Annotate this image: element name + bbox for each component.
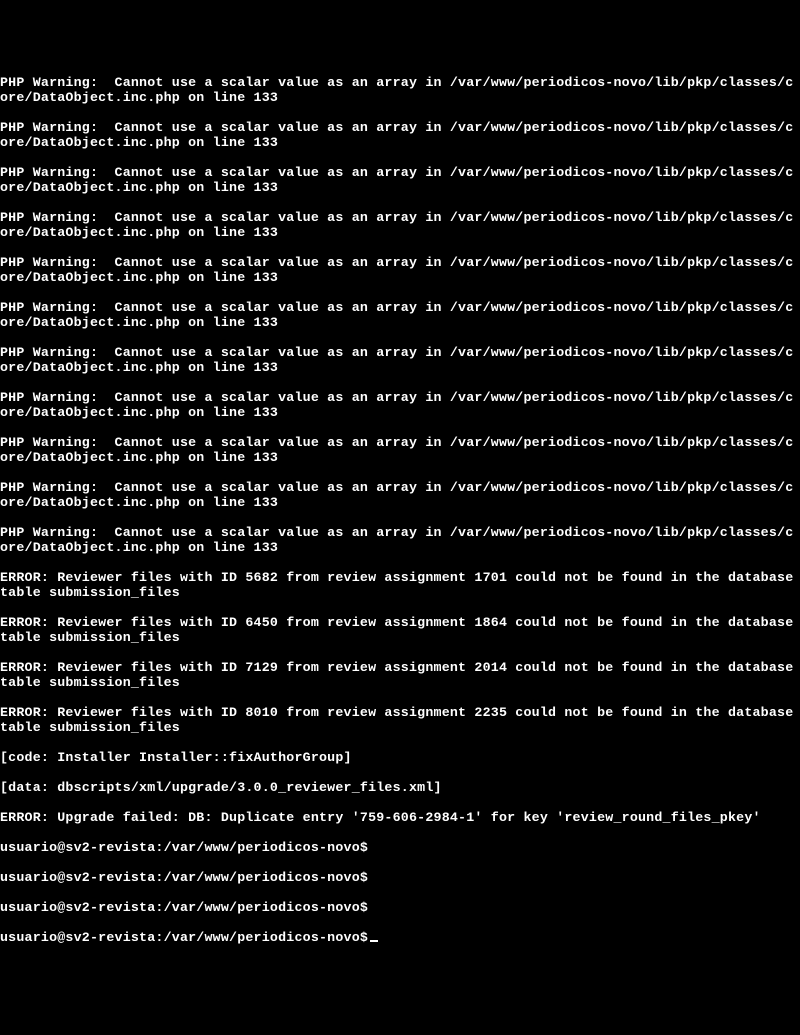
shell-prompt: usuario@sv2-revista:/var/www/periodicos-… (0, 870, 800, 885)
cursor-icon (370, 940, 378, 942)
installer-data-line: [data: dbscripts/xml/upgrade/3.0.0_revie… (0, 780, 800, 795)
shell-prompt-active[interactable]: usuario@sv2-revista:/var/www/periodicos-… (0, 930, 800, 945)
shell-prompt-text: usuario@sv2-revista:/var/www/periodicos-… (0, 930, 368, 945)
error-line: ERROR: Reviewer files with ID 7129 from … (0, 660, 800, 690)
shell-prompt: usuario@sv2-revista:/var/www/periodicos-… (0, 840, 800, 855)
php-warning-line: PHP Warning: Cannot use a scalar value a… (0, 435, 800, 465)
php-warning-line: PHP Warning: Cannot use a scalar value a… (0, 525, 800, 555)
php-warning-line: PHP Warning: Cannot use a scalar value a… (0, 300, 800, 330)
installer-code-line: [code: Installer Installer::fixAuthorGro… (0, 750, 800, 765)
error-line: ERROR: Reviewer files with ID 5682 from … (0, 570, 800, 600)
upgrade-failed-line: ERROR: Upgrade failed: DB: Duplicate ent… (0, 810, 800, 825)
php-warning-line: PHP Warning: Cannot use a scalar value a… (0, 345, 800, 375)
error-line: ERROR: Reviewer files with ID 6450 from … (0, 615, 800, 645)
php-warning-line: PHP Warning: Cannot use a scalar value a… (0, 120, 800, 150)
php-warning-line: PHP Warning: Cannot use a scalar value a… (0, 210, 800, 240)
php-warning-line: PHP Warning: Cannot use a scalar value a… (0, 75, 800, 105)
php-warning-line: PHP Warning: Cannot use a scalar value a… (0, 390, 800, 420)
php-warning-line: PHP Warning: Cannot use a scalar value a… (0, 480, 800, 510)
shell-prompt: usuario@sv2-revista:/var/www/periodicos-… (0, 900, 800, 915)
terminal-output[interactable]: PHP Warning: Cannot use a scalar value a… (0, 60, 800, 960)
php-warning-line: PHP Warning: Cannot use a scalar value a… (0, 165, 800, 195)
php-warning-line: PHP Warning: Cannot use a scalar value a… (0, 255, 800, 285)
error-line: ERROR: Reviewer files with ID 8010 from … (0, 705, 800, 735)
